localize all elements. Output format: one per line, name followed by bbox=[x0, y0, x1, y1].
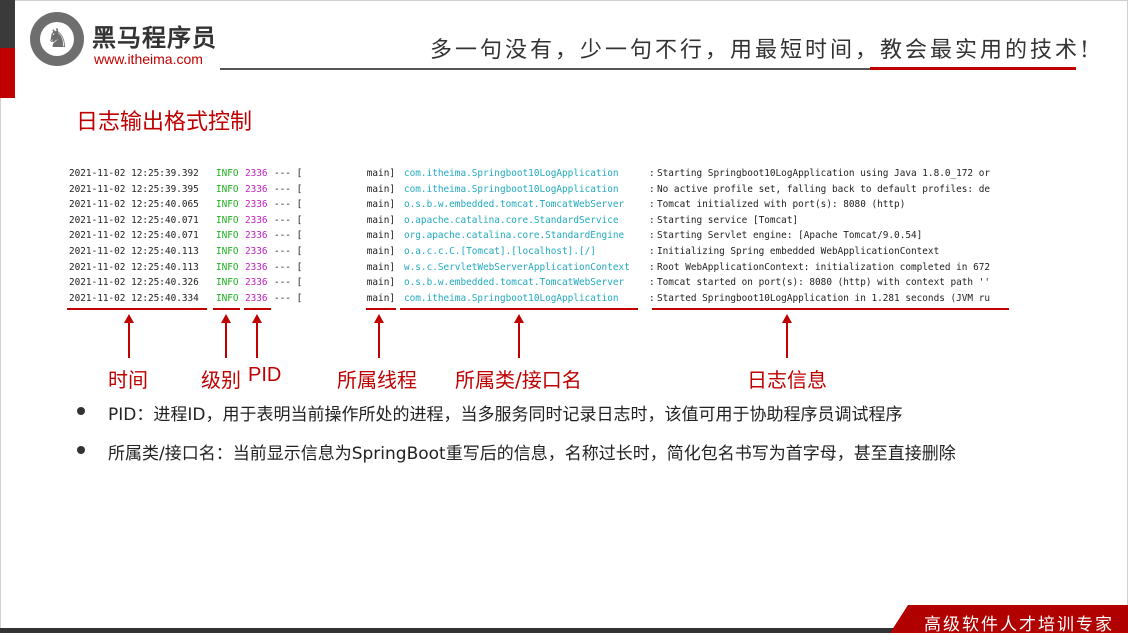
log-level: INFO bbox=[216, 214, 239, 226]
log-pid: 2336 bbox=[245, 168, 268, 179]
log-colon: : bbox=[649, 277, 655, 289]
log-cls: o.s.b.w.embedded.tomcat.TomcatWebServer bbox=[404, 277, 625, 289]
page-title: 日志输出格式控制 bbox=[76, 110, 253, 135]
log-msg: No active profile set, falling back to d… bbox=[657, 183, 991, 195]
bullet-dot bbox=[77, 446, 85, 454]
log-output: 2021-11-02 12:25:39.392 INFO 2336 --- [main… bbox=[69, 166, 1004, 312]
horse-logo-icon: ♞ bbox=[30, 12, 84, 66]
brand-name: 黑马程序员 bbox=[92, 24, 217, 52]
log-colon: : bbox=[649, 168, 655, 179]
log-thread: main] bbox=[366, 261, 395, 273]
log-thread: main] bbox=[366, 199, 395, 211]
footer-slogan: 高级软件人才培训专家 bbox=[924, 615, 1114, 635]
log-colon: : bbox=[649, 214, 655, 226]
log-pid: 2336 bbox=[245, 183, 268, 195]
label-thread: 所属线程 bbox=[337, 368, 417, 392]
log-level: INFO bbox=[216, 183, 239, 195]
log-cls: com.itheima.Springboot10LogApplication bbox=[404, 292, 619, 304]
arrow-thread bbox=[378, 322, 380, 358]
label-class: 所属类/接口名 bbox=[455, 368, 582, 392]
log-cls: com.itheima.Springboot10LogApplication bbox=[404, 183, 619, 195]
log-msg: Initializing Spring embedded WebApplicat… bbox=[657, 246, 940, 257]
underline-pid bbox=[244, 308, 271, 310]
log-msg: Tomcat initialized with port(s): 8080 (h… bbox=[657, 199, 906, 211]
log-time: 2021-11-02 12:25:40.113 bbox=[69, 261, 199, 273]
log-colon: : bbox=[649, 183, 655, 195]
log-level: INFO bbox=[216, 261, 239, 273]
underline-class bbox=[400, 308, 638, 310]
header-divider-accent bbox=[870, 67, 1076, 70]
log-time: 2021-11-02 12:25:40.326 bbox=[69, 277, 199, 289]
label-message: 日志信息 bbox=[747, 368, 827, 392]
log-thread: main] bbox=[366, 277, 395, 289]
log-level: INFO bbox=[216, 199, 239, 211]
log-time: 2021-11-02 12:25:40.071 bbox=[69, 214, 199, 226]
log-time: 2021-11-02 12:25:39.395 bbox=[69, 183, 199, 195]
log-thread: main] bbox=[366, 292, 395, 304]
label-time: 时间 bbox=[108, 368, 148, 392]
log-cls: com.itheima.Springboot10LogApplication bbox=[404, 168, 619, 179]
log-time: 2021-11-02 12:25:39.392 bbox=[69, 168, 199, 179]
horse-head-icon: ♞ bbox=[46, 24, 70, 54]
log-cls: o.apache.catalina.core.StandardService bbox=[404, 214, 619, 226]
arrow-level bbox=[225, 322, 227, 358]
label-pid: PID bbox=[248, 364, 282, 386]
arrow-pid bbox=[256, 322, 258, 358]
bullet-pid: PID：进程ID，用于表明当前操作所处的进程，当多服务同时记录日志时，该值可用于… bbox=[108, 405, 903, 425]
log-msg: Starting Servlet engine: [Apache Tomcat/… bbox=[657, 230, 923, 242]
log-pid: 2336 bbox=[245, 199, 268, 211]
log-msg: Starting service [Tomcat] bbox=[657, 214, 799, 226]
log-pid: 2336 bbox=[245, 246, 268, 257]
log-pid: 2336 bbox=[245, 292, 268, 304]
log-cls: w.s.c.ServletWebServerApplicationContext bbox=[404, 261, 630, 273]
log-time: 2021-11-02 12:25:40.334 bbox=[69, 292, 199, 304]
slide-frame bbox=[0, 0, 1128, 633]
log-cls: o.s.b.w.embedded.tomcat.TomcatWebServer bbox=[404, 199, 625, 211]
log-msg: Tomcat started on port(s): 8080 (http) w… bbox=[657, 277, 991, 289]
arrow-time bbox=[128, 322, 130, 358]
bullet-dot bbox=[77, 407, 85, 415]
log-level: INFO bbox=[216, 230, 239, 242]
log-level: INFO bbox=[216, 292, 239, 304]
log-level: INFO bbox=[216, 246, 239, 257]
log-thread: main] bbox=[366, 214, 395, 226]
underline-time bbox=[67, 308, 207, 310]
log-thread: main] bbox=[366, 230, 395, 242]
arrow-class bbox=[518, 322, 520, 358]
log-pid: 2336 bbox=[245, 261, 268, 273]
log-time: 2021-11-02 12:25:40.071 bbox=[69, 230, 199, 242]
log-colon: : bbox=[649, 292, 655, 304]
underline-level bbox=[213, 308, 240, 310]
log-pid: 2336 bbox=[245, 230, 268, 242]
log-level: INFO bbox=[216, 277, 239, 289]
underline-message bbox=[652, 308, 1009, 310]
log-cls: org.apache.catalina.core.StandardEngine bbox=[404, 230, 625, 242]
log-thread: main] bbox=[366, 168, 395, 179]
underline-thread bbox=[366, 308, 396, 310]
log-thread: main] bbox=[366, 183, 395, 195]
brand-url: www.itheima.com bbox=[94, 51, 203, 67]
log-level: INFO bbox=[216, 168, 239, 179]
left-dark-bar bbox=[0, 0, 15, 48]
bullet-class: 所属类/接口名：当前显示信息为SpringBoot重写后的信息，名称过长时，简化… bbox=[108, 444, 956, 464]
log-msg: Root WebApplicationContext: initializati… bbox=[657, 261, 991, 273]
log-cls: o.a.c.c.C.[Tomcat].[localhost].[/] bbox=[404, 246, 596, 257]
log-colon: : bbox=[649, 261, 655, 273]
log-msg: Started Springboot10LogApplication in 1.… bbox=[657, 292, 991, 304]
log-thread: main] bbox=[366, 246, 395, 257]
log-pid: 2336 bbox=[245, 277, 268, 289]
log-time: 2021-11-02 12:25:40.065 bbox=[69, 199, 199, 211]
log-pid: 2336 bbox=[245, 214, 268, 226]
log-msg: Starting Springboot10LogApplication usin… bbox=[657, 168, 991, 179]
arrow-message bbox=[786, 322, 788, 358]
slogan: 多一句没有，少一句不行，用最短时间，教会最实用的技术! bbox=[430, 38, 1092, 63]
label-level: 级别 bbox=[201, 368, 241, 392]
log-colon: : bbox=[649, 230, 655, 242]
log-colon: : bbox=[649, 199, 655, 211]
log-time: 2021-11-02 12:25:40.113 bbox=[69, 246, 199, 257]
log-colon: : bbox=[649, 246, 655, 257]
